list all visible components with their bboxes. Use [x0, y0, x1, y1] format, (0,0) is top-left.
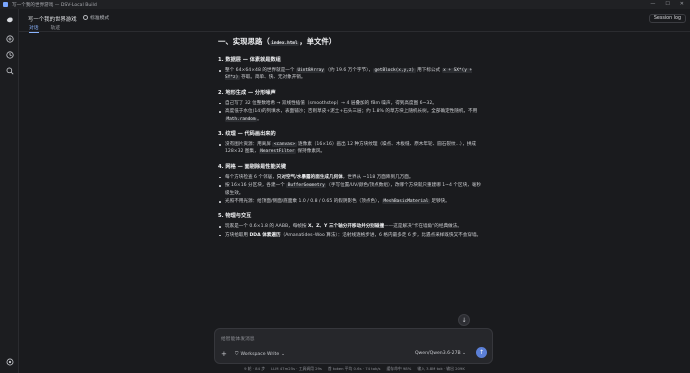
chevron-down-icon: ⌄	[462, 351, 466, 356]
chat-title: 写一个我的世界游戏	[28, 17, 77, 23]
model-label: Qwen/Qwen3.6-27B	[414, 351, 461, 356]
minimize-button[interactable]: —	[650, 0, 655, 9]
window-titlebar: 写一个我的世界游戏 — DSV-Local Build — ☐ ✕	[0, 0, 690, 9]
section-title: 2. 地形生成 — 分形噪声	[218, 89, 276, 96]
maximize-button[interactable]: ☐	[665, 0, 669, 9]
section-physics: 5. 物理与交互 玩家是一个 0.6×1.8 的 AABB，每帧按 X、Z、Y …	[218, 212, 482, 239]
list-item: 没有图片资源：用离屏 <canvas> 逐像素（16×16）画出 12 种方块纹…	[218, 141, 482, 156]
arrow-up-icon: ↑	[478, 349, 485, 356]
heading-text-end: ，单文件）	[299, 37, 337, 46]
app-logo-icon[interactable]	[4, 14, 15, 25]
list-item: 整个 64×64×48 的世界就是一个 Uint8Array （约 19.6 万个…	[218, 67, 482, 82]
arrow-down-icon: ↓	[461, 316, 467, 324]
status-rounds: 9 轮 · 84 步	[244, 366, 266, 371]
list-item: 自己写了 32 位整数哈希 → 双线性插值（smoothstep）→ 4 层叠加…	[218, 100, 482, 107]
session-log-label: Session log	[653, 16, 681, 21]
session-log-button[interactable]: Session log	[648, 14, 686, 23]
section-title: 5. 物理与交互	[218, 213, 252, 220]
send-button[interactable]: ↑	[476, 347, 487, 358]
heading-text: 一、实现思路（	[218, 37, 270, 46]
assistant-message: 一、实现思路（ index.html ，单文件） 1. 数据层 — 体素就是数组 整…	[218, 36, 482, 246]
section-data-layer: 1. 数据层 — 体素就是数组 整个 64×64×48 的世界就是一个 Uint…	[218, 56, 482, 82]
section-title: 4. 网格 — 面剔除是性能关键	[218, 163, 287, 170]
list-item: 光照不用光源：给顶面/侧面/底面乘 1.0 / 0.8 / 0.65 的假阴影色…	[218, 198, 482, 205]
status-tokens: 输入 3.8M tok · 输出 209K	[417, 366, 465, 371]
workspace-mode-label: Workspace Write	[240, 351, 280, 357]
app-icon	[3, 2, 8, 7]
chat-header: 写一个我的世界游戏 标准模式 对话 轨迹 Session log	[19, 9, 690, 33]
status-cache: 缓存命中 98%	[386, 366, 412, 371]
status-llm-time: LLM 47m25s · 工具调用 29s	[271, 366, 322, 371]
section-terrain: 2. 地形生成 — 分形噪声 自己写了 32 位整数哈希 → 双线性插值（smo…	[218, 89, 482, 123]
model-selector[interactable]: Qwen/Qwen3.6-27B ⌄	[415, 351, 466, 356]
window-title: 写一个我的世界游戏 — DSV-Local Build	[12, 2, 97, 8]
section-title: 1. 数据层 — 体素就是数组	[218, 57, 281, 63]
scroll-to-bottom-button[interactable]: ↓	[458, 314, 470, 326]
view-tabs: 对话 轨迹	[29, 24, 60, 33]
message-input[interactable]: 给智能体发消息	[221, 335, 255, 342]
workspace-mode-selector[interactable]: ⛉ Workspace Write ⌄	[235, 351, 286, 358]
settings-gear-icon[interactable]	[4, 356, 15, 367]
window-controls: — ☐ ✕	[650, 0, 688, 9]
sidebar	[0, 9, 19, 373]
section-title: 3. 纹理 — 代码画出来的	[218, 131, 276, 138]
mode-icon	[83, 15, 88, 20]
tab-trace[interactable]: 轨迹	[51, 24, 61, 33]
shield-icon: ⛉	[235, 352, 239, 357]
message-composer: 给智能体发消息 + ⛉ Workspace Write ⌄ Qwen/Qwen3…	[214, 328, 493, 364]
mode-label: 标准模式	[90, 16, 110, 21]
history-icon[interactable]	[4, 49, 15, 60]
heading-code: index.html	[269, 41, 300, 46]
list-item: 玩家是一个 0.6×1.8 的 AABB，每帧按 X、Z、Y 三个轴分开移动并分…	[218, 223, 482, 230]
list-item: 高度低于水位(14)的列填水，表面铺沙；否则草皮+泥土+石头三层；约 1.8% …	[218, 108, 482, 123]
status-token-speed: 首 token 平均 0.6s · 74 tok/s	[327, 366, 381, 371]
status-bar: 9 轮 · 84 步 LLM 47m25s · 工具调用 29s 首 token…	[19, 365, 690, 373]
chevron-down-icon: ⌄	[281, 351, 286, 357]
section-mesh: 4. 网格 — 面剔除是性能关键 每个方块检查 6 个邻居，只对空气/水暴露的面…	[218, 163, 482, 206]
list-item: 方块拾取用 DDA 体素遍历（Amanatides–Woo 算法）：沿射线逐格步…	[218, 232, 482, 239]
list-item: 每个方块检查 6 个邻居，只对空气/水暴露的面生成几何体，世界从 ~118 万面…	[218, 174, 482, 181]
close-button[interactable]: ✕	[680, 0, 684, 9]
search-icon[interactable]	[4, 65, 15, 76]
mode-badge[interactable]: 标准模式	[83, 14, 109, 21]
attach-plus-button[interactable]: +	[221, 350, 227, 358]
section-texture: 3. 纹理 — 代码画出来的 没有图片资源：用离屏 <canvas> 逐像素（1…	[218, 130, 482, 156]
list-item: 按 16×16 分区块，各建一个 BufferGeometry （手写位置/UV/…	[218, 182, 482, 197]
new-chat-icon[interactable]	[4, 33, 15, 44]
tab-chat[interactable]: 对话	[29, 24, 39, 33]
section-heading: 一、实现思路（ index.html ，单文件）	[218, 36, 482, 47]
